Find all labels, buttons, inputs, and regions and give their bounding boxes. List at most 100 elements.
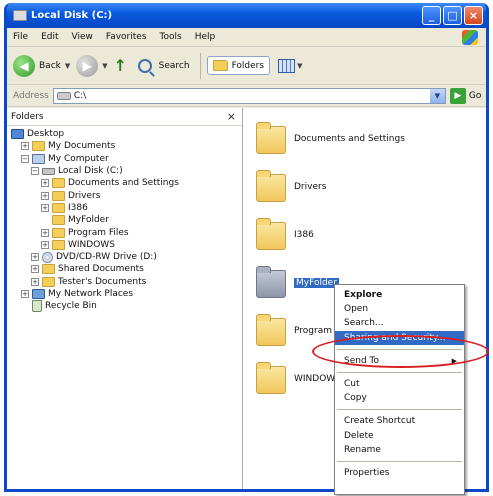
tree-item[interactable]: + WINDOWS xyxy=(7,239,242,251)
menu-item-explore[interactable]: Explore xyxy=(335,288,464,302)
computer-icon xyxy=(32,153,45,164)
tree-item[interactable]: Recycle Bin xyxy=(7,300,242,313)
folders-button-label: Folders xyxy=(231,60,265,71)
tree-item[interactable]: + Drivers xyxy=(7,189,242,201)
menu-separator xyxy=(337,371,462,373)
folder-icon[interactable] xyxy=(256,170,286,202)
tree-item[interactable]: + DVD/CD-RW Drive (D:) xyxy=(7,251,242,263)
expand-icon[interactable]: + xyxy=(41,228,49,237)
tree-item[interactable]: + Shared Documents xyxy=(7,263,242,275)
menu-item-properties[interactable]: Properties xyxy=(335,466,464,480)
network-icon xyxy=(32,289,45,299)
tree-item[interactable]: + I386 xyxy=(7,202,242,214)
expand-icon[interactable]: + xyxy=(41,179,49,188)
menu-item-copy[interactable]: Copy xyxy=(335,391,464,405)
expand-icon[interactable]: + xyxy=(41,191,49,200)
menu-file[interactable]: File xyxy=(13,32,28,42)
folder-icon xyxy=(52,215,65,226)
expand-icon[interactable]: + xyxy=(31,265,39,274)
tree-item-label: My Network Places xyxy=(48,289,134,299)
expand-icon[interactable]: + xyxy=(31,253,39,262)
tree-item[interactable]: + Tester's Documents xyxy=(7,276,242,288)
menu-edit[interactable]: Edit xyxy=(41,32,58,42)
expand-icon[interactable]: + xyxy=(41,203,49,212)
tree-item-label: My Computer xyxy=(48,153,109,164)
tree-item-label: Desktop xyxy=(27,129,65,140)
menu-help[interactable]: Help xyxy=(195,32,216,42)
minimize-button[interactable]: _ xyxy=(422,6,441,25)
desktop-icon xyxy=(11,129,24,140)
folder-icon[interactable] xyxy=(256,218,286,250)
menu-item-rename[interactable]: Rename xyxy=(335,443,464,457)
folders-button[interactable]: Folders xyxy=(206,56,271,75)
search-icon[interactable] xyxy=(137,58,152,73)
close-icon[interactable]: × xyxy=(227,110,236,123)
menu-view[interactable]: View xyxy=(72,32,93,42)
folder-item-label[interactable]: Drivers xyxy=(294,182,326,192)
expand-icon[interactable]: + xyxy=(21,290,29,298)
back-button-label[interactable]: Back xyxy=(39,61,61,71)
tree-item-label: My Documents xyxy=(48,141,116,152)
menu-separator xyxy=(337,348,462,350)
drive-icon xyxy=(13,10,27,21)
folder-icon[interactable] xyxy=(256,314,286,346)
folder-icon xyxy=(52,202,65,213)
expand-icon[interactable]: + xyxy=(21,142,29,151)
folders-pane-title: Folders xyxy=(11,111,44,122)
tree-item-label: I386 xyxy=(68,202,88,213)
address-dropdown-icon[interactable]: ▼ xyxy=(429,88,445,103)
forward-history-dropdown[interactable]: ▼ xyxy=(102,62,107,70)
folder-item-label[interactable]: I386 xyxy=(294,230,314,240)
expand-icon[interactable]: + xyxy=(41,240,49,249)
menu-item-sharing-and-security[interactable]: Sharing and Security... xyxy=(335,330,464,345)
menu-item-create-shortcut[interactable]: Create Shortcut xyxy=(335,414,464,428)
collapse-icon[interactable]: − xyxy=(31,167,39,176)
tree-item[interactable]: + My Network Places xyxy=(7,288,242,300)
tree-item-label: Recycle Bin xyxy=(45,301,97,312)
forward-arrow-icon[interactable]: ▶ xyxy=(76,54,99,77)
folder-icon[interactable] xyxy=(256,122,286,154)
folder-icon[interactable] xyxy=(256,362,286,394)
tree-item[interactable]: + Documents and Settings xyxy=(7,177,242,189)
folder-icon xyxy=(32,141,45,152)
recycle-icon xyxy=(32,300,42,313)
expand-icon[interactable]: + xyxy=(31,277,39,286)
menu-item-cut[interactable]: Cut xyxy=(335,377,464,391)
go-button-label[interactable]: Go xyxy=(469,91,481,101)
menu-separator xyxy=(337,460,462,462)
back-history-dropdown[interactable]: ▼ xyxy=(65,62,70,70)
views-dropdown[interactable]: ▼ xyxy=(297,62,302,70)
tree-item[interactable]: MyFolder xyxy=(7,214,242,226)
menu-tools[interactable]: Tools xyxy=(160,32,182,42)
views-icon[interactable] xyxy=(278,58,296,73)
tree-item[interactable]: − Local Disk (C:) xyxy=(7,165,242,177)
tree-item-label: Documents and Settings xyxy=(68,178,179,189)
window-controls: _ □ × xyxy=(422,6,483,25)
folder-icon[interactable] xyxy=(256,266,286,298)
menu-item-open[interactable]: Open xyxy=(335,302,464,316)
tree-item-label: Shared Documents xyxy=(58,264,144,275)
folder-icon xyxy=(212,60,228,71)
toolbar-separator xyxy=(199,52,201,79)
up-folder-icon[interactable]: ↑ xyxy=(114,56,130,76)
tree-item[interactable]: − My Computer xyxy=(7,153,242,165)
address-input[interactable]: C:\ ▼ xyxy=(52,87,446,104)
menu-item-delete[interactable]: Delete xyxy=(335,429,464,443)
title-bar[interactable]: Local Disk (C:) _ □ × xyxy=(7,3,486,28)
collapse-icon[interactable]: − xyxy=(21,154,29,163)
tree-item[interactable]: Desktop xyxy=(7,128,242,140)
back-arrow-icon[interactable]: ◀ xyxy=(13,54,35,77)
close-button[interactable]: × xyxy=(464,6,483,25)
menu-item-search[interactable]: Search... xyxy=(335,316,464,330)
folder-item-label[interactable]: Documents and Settings xyxy=(294,134,405,144)
folder-icon xyxy=(42,264,55,275)
search-button-label[interactable]: Search xyxy=(159,61,190,71)
tree-item[interactable]: + Program Files xyxy=(7,226,242,238)
maximize-button[interactable]: □ xyxy=(443,6,462,25)
menu-favorites[interactable]: Favorites xyxy=(106,32,147,42)
go-arrow-icon[interactable]: ▶ xyxy=(449,87,466,104)
tree-item[interactable]: + My Documents xyxy=(7,140,242,152)
folder-icon xyxy=(52,239,65,250)
menu-item-send-to[interactable]: Send To ▶ xyxy=(335,354,464,368)
folder-item-label[interactable]: MyFolder xyxy=(294,278,339,288)
